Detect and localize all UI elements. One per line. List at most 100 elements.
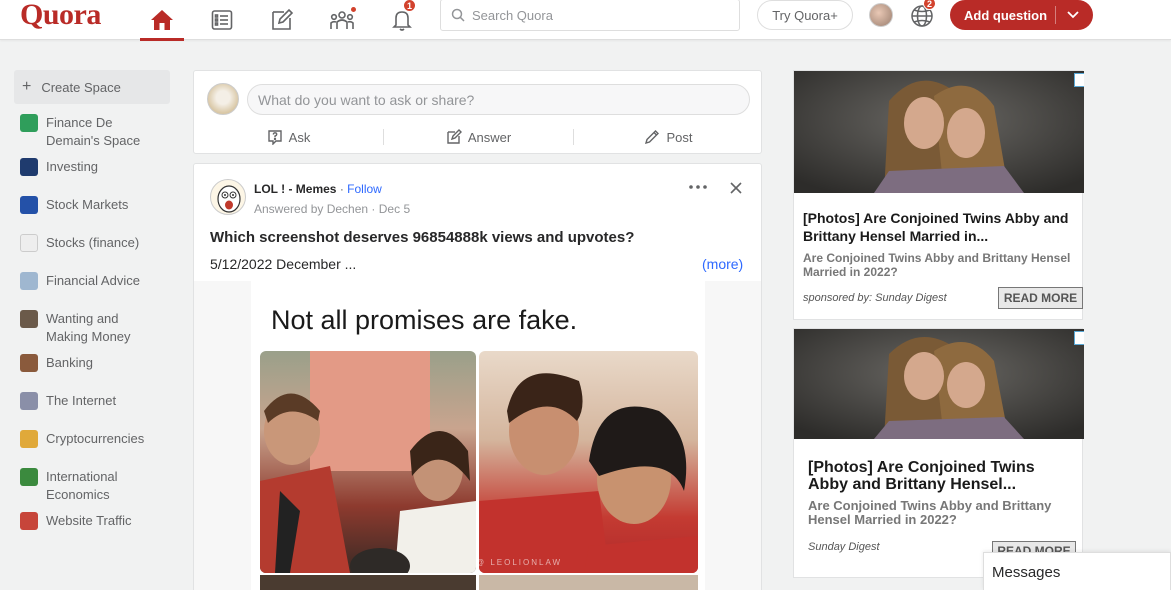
sidebar-space-label: Stocks (finance) (46, 235, 140, 250)
sidebar-space-item[interactable]: The Internet (14, 388, 170, 426)
ask-label: Ask (288, 129, 311, 145)
search-icon (451, 8, 465, 22)
image-watermark: @ LEOLIONLAW (476, 558, 563, 567)
ad-subtitle[interactable]: Are Conjoined Twins Abby and Brittany He… (803, 251, 1078, 279)
ad-photo-twins (794, 71, 1084, 193)
add-question-divider (1055, 6, 1056, 24)
sidebar-space-item[interactable]: Banking (14, 350, 170, 388)
sidebar-space-item[interactable]: Financial Advice (14, 268, 170, 306)
sidebar-space-label: Stock Markets (46, 197, 129, 212)
sidebar-space-item[interactable]: Finance De Demain's Space (14, 110, 170, 154)
answer-tab[interactable] (260, 2, 304, 38)
sidebar-space-item[interactable]: International Economics (14, 464, 170, 508)
more-options-button[interactable] (688, 179, 708, 197)
sidebar-space-label: Finance De Demain's Space (46, 115, 141, 148)
ask-actions: Ask Answer Post (194, 123, 763, 151)
notification-count-badge: 1 (403, 0, 416, 12)
sidebar-space-label: Wanting and Making Money (46, 311, 131, 344)
user-avatar[interactable] (869, 3, 893, 27)
space-icon (20, 158, 38, 176)
sidebar-space-label: Financial Advice (46, 273, 140, 288)
answer-button[interactable]: Answer (384, 123, 573, 151)
space-icon (20, 392, 38, 410)
sidebar-space-item[interactable]: Investing (14, 154, 170, 192)
space-icon (20, 310, 38, 328)
space-icon (20, 430, 38, 448)
search-input[interactable] (472, 7, 722, 23)
space-icon (20, 512, 38, 530)
photo-strip-left (260, 575, 476, 590)
sidebar-space-label: Website Traffic (46, 513, 132, 528)
ad-choices-icon[interactable] (1074, 331, 1084, 345)
space-name-link[interactable]: LOL ! - Memes (254, 182, 336, 196)
ad-choices-icon[interactable] (1074, 73, 1084, 87)
post-date[interactable]: Dec 5 (379, 202, 410, 216)
home-tab[interactable] (140, 2, 184, 41)
sidebar-space-label: Investing (46, 159, 99, 174)
plus-icon: + (22, 78, 32, 95)
messages-dock[interactable]: Messages (983, 552, 1171, 590)
edit-icon (272, 8, 294, 30)
space-icon (20, 196, 38, 214)
sidebar-space-item[interactable]: Cryptocurrencies (14, 426, 170, 464)
space-list: Finance De Demain's Space Investing Stock … (14, 110, 170, 546)
photo-people-left (260, 351, 476, 573)
sidebar-space-label: The Internet (46, 393, 117, 408)
answered-by-text[interactable]: Answered by Dechen (254, 202, 368, 216)
ad-title[interactable]: [Photos] Are Conjoined Twins Abby and Br… (808, 459, 1073, 493)
sponsored-ad-2[interactable]: [Photos] Are Conjoined Twins Abby and Br… (793, 328, 1084, 578)
read-more-button[interactable]: READ MORE (998, 287, 1083, 309)
separator-dot: · (371, 202, 379, 216)
space-icon (20, 114, 38, 132)
ad-subtitle[interactable]: Are Conjoined Twins Abby and Brittany He… (808, 499, 1078, 527)
follow-link[interactable]: Follow (347, 182, 382, 196)
answer-excerpt[interactable]: 5/12/2022 December ... (210, 256, 356, 272)
space-icon (20, 234, 38, 252)
dismiss-post-button[interactable] (730, 181, 742, 199)
close-icon (730, 182, 742, 194)
messages-label: Messages (992, 564, 1061, 581)
chevron-down-icon[interactable] (1066, 8, 1080, 22)
post-button[interactable]: Post (574, 123, 763, 151)
ask-box-card: What do you want to ask or share? Ask An… (193, 70, 762, 154)
ad-photo-twins (794, 329, 1084, 439)
spaces-unread-dot (350, 6, 357, 13)
post-source: LOL ! - Memes · Follow (254, 182, 382, 196)
post-label: Post (666, 129, 693, 145)
sidebar-space-item[interactable]: Stocks (finance) (14, 230, 170, 268)
feed-post-card: LOL ! - Memes · Follow Answered by Deche… (193, 163, 762, 590)
sidebar-space-label: International Economics (46, 469, 118, 502)
search-box[interactable] (440, 0, 740, 31)
sponsored-ad-1[interactable]: [Photos] Are Conjoined Twins Abby and Br… (793, 70, 1084, 320)
quora-logo[interactable]: Quora (20, 0, 101, 32)
following-feed-icon (211, 10, 233, 30)
question-title-link[interactable]: Which screenshot deserves 96854888k view… (210, 229, 634, 246)
ad-title[interactable]: [Photos] Are Conjoined Twins Abby and Br… (803, 209, 1078, 245)
user-avatar[interactable] (207, 83, 239, 115)
pencil-icon (645, 130, 660, 145)
notifications-tab[interactable]: 1 (380, 0, 424, 38)
post-image-area: Not all promises are fake. @ LEOLIONLAW (194, 281, 761, 590)
home-icon (151, 10, 173, 30)
ad-image[interactable] (794, 329, 1084, 439)
language-button[interactable]: 2 (909, 0, 936, 34)
meme-image[interactable]: Not all promises are fake. @ LEOLIONLAW (251, 281, 705, 590)
read-more-link[interactable]: (more) (702, 256, 743, 272)
ask-button[interactable]: Ask (194, 123, 383, 151)
edit-icon (447, 129, 462, 144)
post-meta: Answered by Dechen · Dec 5 (254, 202, 410, 216)
add-question-button[interactable]: Add question (950, 0, 1093, 30)
sidebar-space-item[interactable]: Stock Markets (14, 192, 170, 230)
question-icon (267, 130, 282, 145)
ad-image[interactable] (794, 71, 1084, 193)
create-space-button[interactable]: + Create Space (14, 70, 170, 104)
try-quora-plus-button[interactable]: Try Quora+ (757, 0, 853, 30)
space-avatar[interactable] (210, 179, 246, 215)
ask-input[interactable]: What do you want to ask or share? (247, 84, 750, 115)
sidebar-space-item[interactable]: Wanting and Making Money (14, 306, 170, 350)
top-navigation-bar: Quora 1 Try Quora+ 2 Add question (0, 0, 1171, 41)
spaces-tab[interactable] (320, 2, 364, 38)
create-space-label: Create Space (41, 79, 121, 95)
following-tab[interactable] (200, 2, 244, 38)
sidebar-space-item[interactable]: Website Traffic (14, 508, 170, 546)
